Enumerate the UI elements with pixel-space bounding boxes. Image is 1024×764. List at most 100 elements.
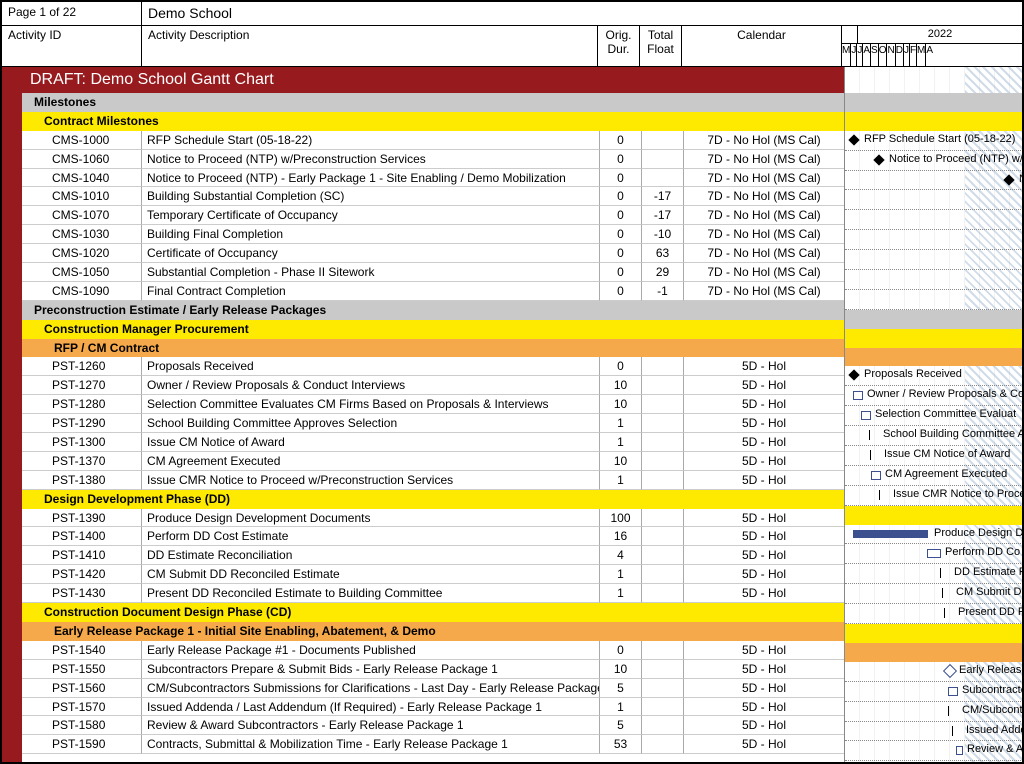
month-cell: N <box>887 44 895 66</box>
cell-description: Notice to Proceed (NTP) w/Preconstructio… <box>142 150 600 169</box>
gantt-label: Notice to Proceed (NTP) w/P <box>889 153 1024 165</box>
milestone-diamond-icon <box>848 134 859 145</box>
cell-orig-dur: 10 <box>600 452 642 471</box>
gantt-label: RFP Schedule Start (05-18-22) <box>864 133 1015 145</box>
gantt-lane: DD Estimate R <box>845 564 1024 584</box>
short-task-icon <box>940 568 941 578</box>
cell-calendar: 5D - Hol <box>684 452 844 471</box>
col-orig-dur: Orig.Dur. <box>598 26 640 66</box>
task-bar <box>956 746 963 755</box>
activity-row: PST-1420CM Submit DD Reconciled Estimate… <box>22 565 844 584</box>
cell-orig-dur: 1 <box>600 433 642 452</box>
cell-total-float <box>642 527 684 546</box>
short-task-icon <box>879 490 880 500</box>
activity-row: PST-1270Owner / Review Proposals & Condu… <box>22 376 844 395</box>
cell-total-float <box>642 471 684 490</box>
activity-row: CMS-1090Final Contract Completion0-17D -… <box>22 282 844 301</box>
cell-activity-id: CMS-1090 <box>22 282 142 301</box>
gantt-label: CM/Subcontra <box>962 704 1024 716</box>
cell-orig-dur: 10 <box>600 395 642 414</box>
cell-activity-id: PST-1260 <box>22 357 142 376</box>
cell-orig-dur: 1 <box>600 584 642 603</box>
cell-activity-id: PST-1540 <box>22 641 142 660</box>
gantt-lane <box>845 190 1024 210</box>
cell-activity-id: CMS-1030 <box>22 225 142 244</box>
cell-description: RFP Schedule Start (05-18-22) <box>142 131 600 150</box>
cell-total-float <box>642 414 684 433</box>
cell-activity-id: PST-1570 <box>22 698 142 717</box>
gantt-lane: School Building Committee Ap <box>845 426 1024 446</box>
cell-activity-id: PST-1270 <box>22 376 142 395</box>
cell-calendar: 7D - No Hol (MS Cal) <box>684 187 844 206</box>
gantt-lane: Selection Committee Evaluat <box>845 406 1024 426</box>
cell-description: Temporary Certificate of Occupancy <box>142 206 600 225</box>
cell-description: Issue CM Notice of Award <box>142 433 600 452</box>
cell-description: Subcontractors Prepare & Submit Bids - E… <box>142 660 600 679</box>
cell-activity-id: PST-1560 <box>22 679 142 698</box>
cell-calendar: 5D - Hol <box>684 660 844 679</box>
cell-calendar: 5D - Hol <box>684 546 844 565</box>
milestone-open-diamond-icon <box>943 664 957 678</box>
cell-activity-id: PST-1400 <box>22 527 142 546</box>
cell-total-float: 63 <box>642 244 684 263</box>
short-task-icon <box>870 450 871 460</box>
cell-orig-dur: 5 <box>600 679 642 698</box>
cell-total-float <box>642 698 684 717</box>
activity-row: PST-1430Present DD Reconciled Estimate t… <box>22 584 844 603</box>
cell-total-float <box>642 376 684 395</box>
cell-description: Present DD Reconciled Estimate to Buildi… <box>142 584 600 603</box>
cell-total-float <box>642 357 684 376</box>
cell-total-float <box>642 452 684 471</box>
cell-description: DD Estimate Reconciliation <box>142 546 600 565</box>
activity-row: CMS-1030Building Final Completion0-107D … <box>22 225 844 244</box>
cell-calendar: 7D - No Hol (MS Cal) <box>684 282 844 301</box>
section-header: Design Development Phase (DD) <box>22 490 844 509</box>
cell-orig-dur: 0 <box>600 150 642 169</box>
cell-total-float <box>642 131 684 150</box>
section-header: Construction Manager Procurement <box>22 320 844 339</box>
month-cell: F <box>910 44 917 66</box>
cell-calendar: 5D - Hol <box>684 433 844 452</box>
cell-calendar: 7D - No Hol (MS Cal) <box>684 150 844 169</box>
activity-row: CMS-1060Notice to Proceed (NTP) w/Precon… <box>22 150 844 169</box>
short-task-icon <box>869 430 870 440</box>
gantt-lane: Issue CM Notice of Award <box>845 446 1024 466</box>
cell-orig-dur: 0 <box>600 282 642 301</box>
gantt-lane: Present DD Re <box>845 604 1024 624</box>
milestone-diamond-icon <box>1003 174 1014 185</box>
cell-description: Certificate of Occupancy <box>142 244 600 263</box>
cell-calendar: 7D - No Hol (MS Cal) <box>684 263 844 282</box>
section-header: Preconstruction Estimate / Early Release… <box>22 301 844 320</box>
cell-orig-dur: 0 <box>600 131 642 150</box>
gantt-lane <box>845 210 1024 230</box>
cell-calendar: 5D - Hol <box>684 584 844 603</box>
col-calendar: Calendar <box>682 26 842 66</box>
cell-activity-id: PST-1280 <box>22 395 142 414</box>
gantt-label: Perform DD Co <box>945 546 1020 558</box>
month-cell: A <box>926 44 933 66</box>
activity-row: CMS-1040Notice to Proceed (NTP) - Early … <box>22 169 844 188</box>
cell-description: Produce Design Development Documents <box>142 509 600 528</box>
task-bar <box>853 530 928 538</box>
cell-activity-id: PST-1290 <box>22 414 142 433</box>
cell-total-float: -1 <box>642 282 684 301</box>
cell-activity-id: CMS-1000 <box>22 131 142 150</box>
cell-orig-dur: 0 <box>600 263 642 282</box>
cell-activity-id: CMS-1010 <box>22 187 142 206</box>
top-header: Page 1 of 22 Demo School <box>2 2 1022 26</box>
cell-description: Early Release Package #1 - Documents Pub… <box>142 641 600 660</box>
cell-activity-id: PST-1550 <box>22 660 142 679</box>
cell-calendar: 5D - Hol <box>684 679 844 698</box>
cell-description: Proposals Received <box>142 357 600 376</box>
cell-total-float <box>642 641 684 660</box>
cell-description: Building Final Completion <box>142 225 600 244</box>
cell-orig-dur: 10 <box>600 376 642 395</box>
cell-activity-id: PST-1390 <box>22 509 142 528</box>
page-indicator: Page 1 of 22 <box>2 2 142 26</box>
page-container: Page 1 of 22 Demo School Activity ID Act… <box>0 0 1024 764</box>
gantt-label: Subcontractor <box>962 684 1024 696</box>
gantt-lane: Notice <box>845 171 1024 191</box>
cell-orig-dur: 1 <box>600 565 642 584</box>
gantt-lane <box>845 270 1024 290</box>
cell-description: CM Agreement Executed <box>142 452 600 471</box>
